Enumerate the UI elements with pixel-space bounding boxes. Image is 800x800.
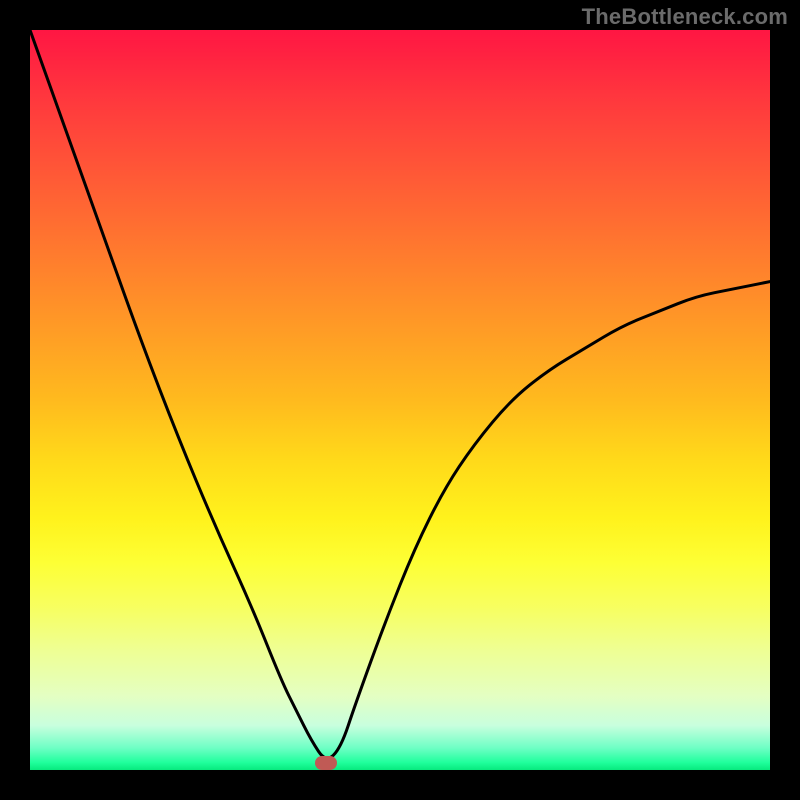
curve-svg xyxy=(30,30,770,770)
watermark-text: TheBottleneck.com xyxy=(582,4,788,30)
plot-area xyxy=(30,30,770,770)
chart-frame: TheBottleneck.com xyxy=(0,0,800,800)
optimal-point-marker xyxy=(315,756,337,770)
bottleneck-curve xyxy=(30,30,770,758)
